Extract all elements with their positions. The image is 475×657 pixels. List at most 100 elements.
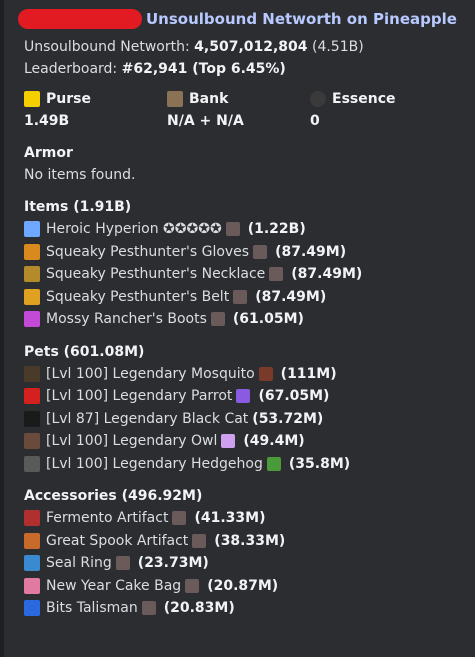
sword-icon	[24, 221, 40, 238]
owl-icon	[24, 433, 40, 450]
bank-chest-icon	[167, 91, 183, 107]
pets-row-name: [Lvl 100] Legendary Parrot	[46, 388, 233, 404]
pets-row: [Lvl 100] Legendary Mosquito (111M)	[24, 363, 465, 386]
cake-bag-icon	[24, 577, 40, 594]
items-row-name: Squeaky Pesthunter's Gloves	[46, 243, 250, 260]
pets-row: [Lvl 100] Legendary Owl (49.4M)	[24, 430, 465, 453]
items-row-name: Mossy Rancher's Boots	[46, 311, 207, 327]
mosquito-icon	[24, 365, 40, 382]
parrot-icon	[24, 388, 40, 405]
redacted-avatar	[18, 9, 142, 29]
items-row-value: (1.22B)	[247, 221, 306, 237]
accessories-title: Accessories (496.92M)	[24, 488, 203, 504]
leaderboard-value: #62,941	[121, 61, 188, 77]
items-title: Items (1.91B)	[24, 199, 132, 215]
items-row: Mossy Rancher's Boots (61.05M)	[24, 308, 465, 331]
field-essence: Essence 0	[310, 88, 453, 132]
seal-ring-icon	[24, 555, 40, 572]
pets-row-name: [Lvl 100] Legendary Hedgehog	[46, 455, 263, 472]
gloves-icon	[24, 243, 40, 260]
bits-icon	[24, 600, 40, 617]
bank-label: Bank	[189, 91, 229, 107]
accessories-row-name: Seal Ring	[46, 555, 112, 571]
enrichment-head-icon	[192, 533, 207, 548]
pets-row-value: (67.05M)	[258, 388, 330, 404]
accessories-row-name: New Year Cake Bag	[46, 577, 182, 594]
embed-header: Unsoulbound Networth on Pineapple	[18, 8, 465, 30]
enrichment-head-icon	[172, 511, 187, 526]
accessories-row: Fermento Artifact (41.33M)	[24, 507, 465, 530]
gold-ingot-icon	[24, 91, 40, 107]
bank-value: N/A + N/A	[167, 113, 244, 129]
items-row-value: (87.49M)	[291, 266, 363, 282]
networth-short: (4.51B)	[307, 39, 364, 55]
leaderboard-top: (Top 6.45%)	[187, 61, 286, 77]
accessories-row: Great Spook Artifact (38.33M)	[24, 530, 465, 553]
pets-row: [Lvl 87] Legendary Black Cat (53.72M)	[24, 408, 465, 431]
items-row-value: (61.05M)	[232, 311, 304, 327]
necklace-icon	[24, 266, 40, 283]
purse-value: 1.49B	[24, 113, 70, 129]
enrichment-head-icon	[233, 289, 248, 304]
pets-title: Pets (601.08M)	[24, 343, 145, 360]
items-row: Squeaky Pesthunter's Gloves (87.49M)	[24, 241, 465, 264]
items-section: Items (1.91B) Heroic Hyperion ✪✪✪✪✪ (1.22…	[24, 196, 465, 331]
leaderboard-line: Leaderboard: #62,941 (Top 6.45%)	[24, 58, 465, 80]
accessories-row: Bits Talisman (20.83M)	[24, 597, 465, 620]
belt-icon	[24, 288, 40, 305]
pet-held-item-icon	[221, 434, 236, 449]
pets-row-name: [Lvl 87] Legendary Black Cat	[46, 410, 249, 427]
pets-row: [Lvl 100] Legendary Parrot (67.05M)	[24, 385, 465, 408]
fermento-icon	[24, 510, 40, 527]
spook-icon	[24, 532, 40, 549]
pets-row-name: [Lvl 100] Legendary Owl	[46, 433, 218, 449]
armor-empty-text: No items found.	[24, 167, 136, 183]
enrichment-head-icon	[210, 312, 225, 327]
enrichment-head-icon	[141, 601, 156, 616]
leaderboard-label: Leaderboard:	[24, 61, 122, 77]
embed-title[interactable]: Unsoulbound Networth on Pineapple	[146, 10, 457, 28]
enrichment-head-icon	[225, 222, 240, 237]
items-row: Squeaky Pesthunter's Necklace (87.49M)	[24, 263, 465, 286]
pet-held-item-icon	[266, 456, 281, 471]
pets-row: [Lvl 100] Legendary Hedgehog (35.8M)	[24, 453, 465, 476]
accessories-row-value: (38.33M)	[214, 532, 286, 549]
black-cat-icon	[24, 410, 40, 427]
accessories-row-name: Great Spook Artifact	[46, 532, 189, 549]
field-bank: Bank N/A + N/A	[167, 88, 310, 132]
items-row-name: Squeaky Pesthunter's Belt	[46, 288, 230, 305]
accessories-row-value: (23.73M)	[137, 555, 209, 571]
purse-label: Purse	[46, 91, 91, 107]
pets-section: Pets (601.08M) [Lvl 100] Legendary Mosqu…	[24, 341, 465, 476]
boots-icon	[24, 311, 40, 328]
pets-row-name: [Lvl 100] Legendary Mosquito	[46, 365, 255, 382]
essence-value: 0	[310, 113, 320, 129]
networth-label: Unsoulbound Networth:	[24, 39, 195, 55]
accessories-row-value: (41.33M)	[194, 510, 266, 526]
inline-fields: Purse 1.49B Bank N/A + N/A Essence 0	[24, 88, 465, 132]
networth-embed: Unsoulbound Networth on Pineapple Unsoul…	[0, 0, 475, 657]
accessories-row-value: (20.83M)	[163, 600, 235, 616]
items-row: Heroic Hyperion ✪✪✪✪✪ (1.22B)	[24, 218, 465, 241]
items-row: Squeaky Pesthunter's Belt (87.49M)	[24, 286, 465, 309]
field-purse: Purse 1.49B	[24, 88, 167, 132]
armor-title: Armor	[24, 145, 73, 161]
items-row-value: (87.49M)	[275, 243, 347, 260]
pets-row-value: (53.72M)	[252, 410, 324, 427]
hedgehog-icon	[24, 455, 40, 472]
enrichment-head-icon	[115, 556, 130, 571]
networth-line: Unsoulbound Networth: 4,507,012,804 (4.5…	[24, 36, 465, 58]
items-row-value: (87.49M)	[255, 288, 327, 305]
essence-orb-icon	[310, 91, 326, 107]
items-row-name: Squeaky Pesthunter's Necklace	[46, 266, 266, 282]
enrichment-head-icon	[269, 267, 284, 282]
enrichment-head-icon	[253, 244, 268, 259]
accessories-row-value: (20.87M)	[207, 577, 279, 594]
accessories-row-name: Fermento Artifact	[46, 510, 169, 526]
networth-value: 4,507,012,804	[194, 39, 308, 55]
armor-section: Armor No items found.	[24, 142, 465, 186]
items-row-name: Heroic Hyperion ✪✪✪✪✪	[46, 221, 222, 237]
enrichment-head-icon	[185, 578, 200, 593]
pet-held-item-icon	[236, 389, 251, 404]
accessories-row: Seal Ring (23.73M)	[24, 552, 465, 575]
